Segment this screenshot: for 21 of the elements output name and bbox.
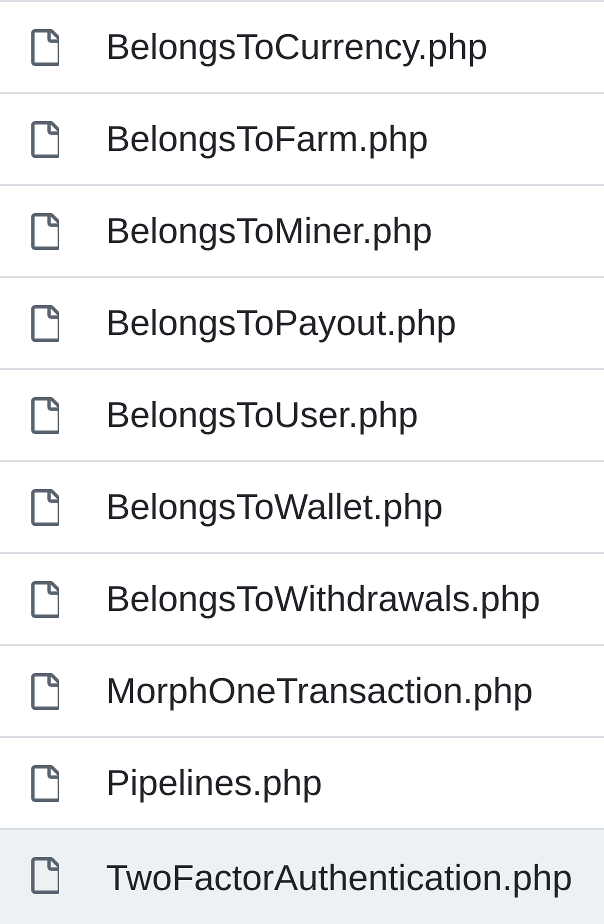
file-link[interactable]: BelongsToMiner.php <box>106 210 432 252</box>
file-icon <box>31 396 59 434</box>
file-icon <box>31 120 59 158</box>
file-row[interactable]: TwoFactorAuthentication.php <box>0 828 604 924</box>
file-icon <box>31 764 59 802</box>
file-icon <box>31 304 59 342</box>
file-link[interactable]: BelongsToCurrency.php <box>106 26 488 68</box>
file-link[interactable]: BelongsToWallet.php <box>106 486 443 528</box>
file-link[interactable]: BelongsToFarm.php <box>106 118 428 160</box>
file-icon <box>31 28 59 66</box>
file-link[interactable]: BelongsToWithdrawals.php <box>106 578 540 620</box>
file-link[interactable]: BelongsToUser.php <box>106 394 418 436</box>
file-icon <box>31 580 59 618</box>
file-link[interactable]: BelongsToPayout.php <box>106 302 456 344</box>
file-link[interactable]: Pipelines.php <box>106 762 322 804</box>
file-icon <box>31 857 59 894</box>
file-icon <box>31 488 59 526</box>
file-link[interactable]: TwoFactorAuthentication.php <box>106 857 572 899</box>
file-icon <box>31 672 59 710</box>
file-icon <box>31 212 59 250</box>
file-link[interactable]: MorphOneTransaction.php <box>106 670 533 712</box>
